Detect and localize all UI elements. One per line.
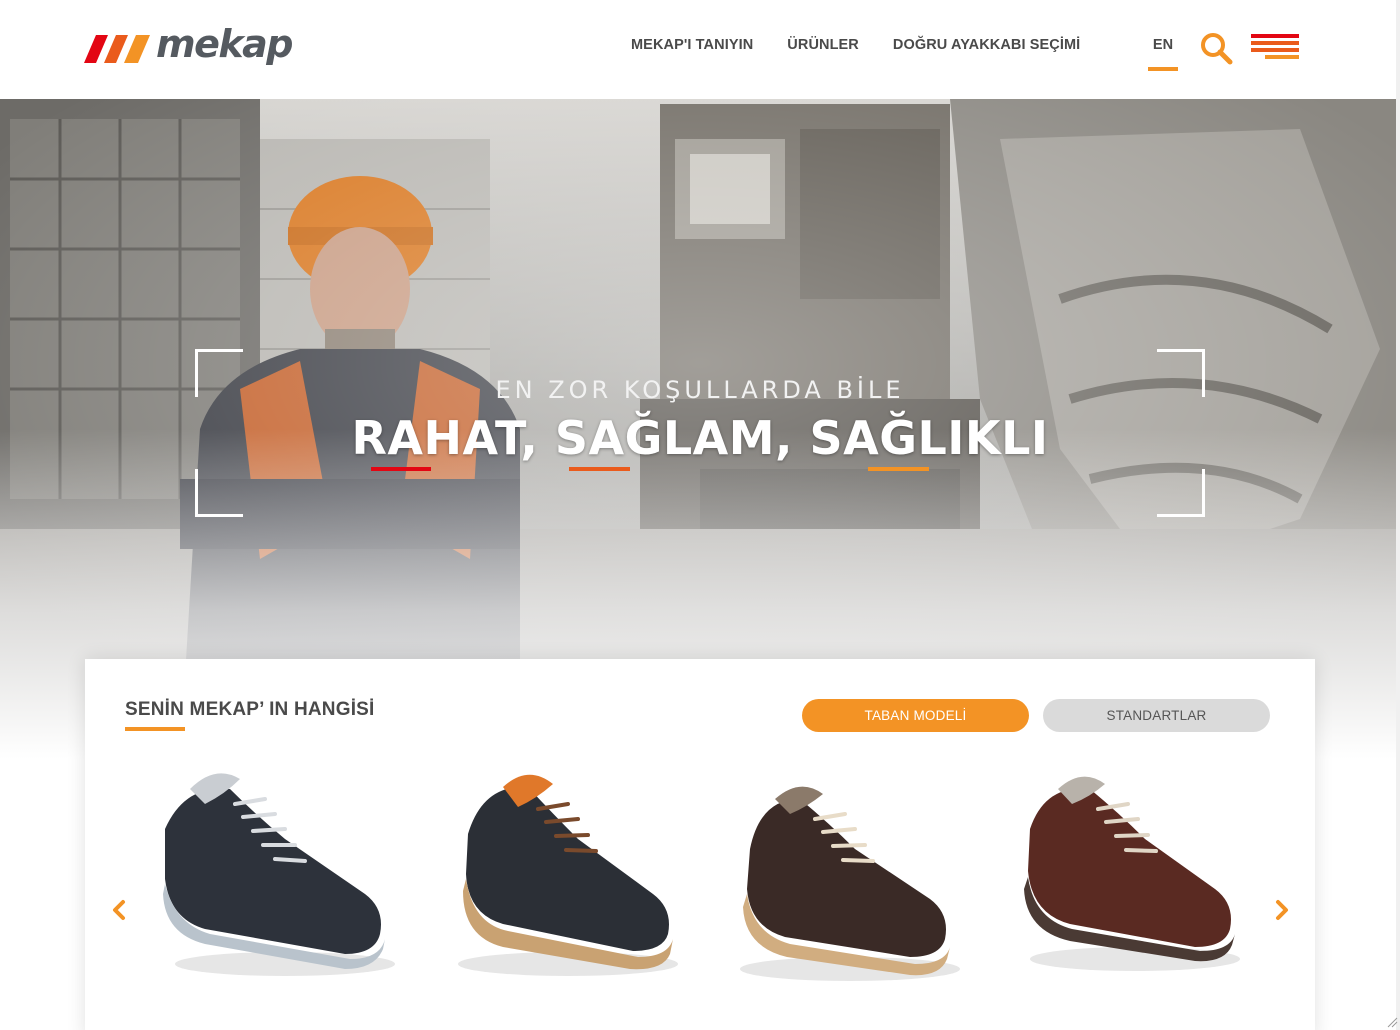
section-title: SENİN MEKAP’ IN HANGİSİ xyxy=(125,699,375,720)
logo-mark-icon xyxy=(84,35,150,63)
main-nav: MEKAP'I TANIYIN ÜRÜNLER DOĞRU AYAKKABI S… xyxy=(631,37,1080,53)
logo-wordmark: mekap xyxy=(156,22,293,66)
language-active-indicator xyxy=(1148,67,1178,71)
hero-underline-orange xyxy=(868,467,929,471)
product-shoe-3[interactable] xyxy=(705,759,970,989)
site-header: mekap MEKAP'I TANIYIN ÜRÜNLER DOĞRU AYAK… xyxy=(0,0,1400,99)
hero-underline-red xyxy=(371,467,431,471)
hero-underline-orange-red xyxy=(569,467,630,471)
chevron-left-icon[interactable] xyxy=(109,899,129,921)
chevron-right-icon[interactable] xyxy=(1272,899,1292,921)
nav-item-products[interactable]: ÜRÜNLER xyxy=(787,37,859,53)
product-shoe-4[interactable] xyxy=(990,759,1255,989)
product-selector-panel: SENİN MEKAP’ IN HANGİSİ TABAN MODELİ STA… xyxy=(85,659,1315,1030)
resize-handle-icon[interactable] xyxy=(1386,1016,1398,1028)
mekap-logo[interactable]: mekap xyxy=(84,22,296,70)
section-title-underline xyxy=(125,727,185,731)
product-shoe-1[interactable] xyxy=(135,759,400,989)
frame-corner-bottom-right xyxy=(1157,469,1205,517)
page-scrollbar[interactable] xyxy=(1396,0,1400,1030)
nav-item-shoe-selection[interactable]: DOĞRU AYAKKABI SEÇİMİ xyxy=(893,37,1080,53)
hero-title: RAHAT, SAĞLAM, SAĞLIKLI xyxy=(351,411,1049,465)
hero-subtitle: EN ZOR KOŞULLARDA BİLE xyxy=(495,376,905,404)
tab-standards[interactable]: STANDARTLAR xyxy=(1043,699,1270,732)
tab-sole-model[interactable]: TABAN MODELİ xyxy=(802,699,1029,732)
frame-corner-bottom-left xyxy=(195,469,243,517)
product-shoe-2[interactable] xyxy=(418,759,683,989)
nav-item-about[interactable]: MEKAP'I TANIYIN xyxy=(631,37,753,53)
language-switch[interactable]: EN xyxy=(1148,37,1178,53)
search-icon[interactable] xyxy=(1199,31,1233,65)
hamburger-menu-icon[interactable] xyxy=(1251,34,1299,60)
